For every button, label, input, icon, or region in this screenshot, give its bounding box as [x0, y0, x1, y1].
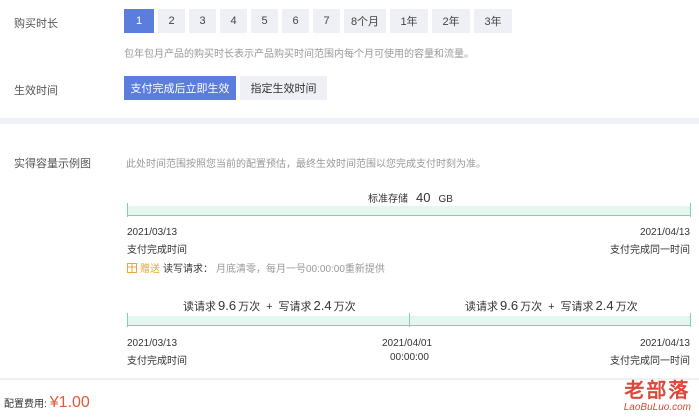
- duration-option-1[interactable]: 1: [124, 9, 154, 33]
- req-bar-mid-tick: [409, 313, 410, 327]
- req-read-label: 读请求: [183, 301, 216, 313]
- req-read-num: 9.6: [500, 298, 519, 313]
- req-bar-1: [127, 316, 409, 326]
- req-caption-2: 读请求 9.6 万次 + 写请求 2.4 万次: [465, 298, 638, 314]
- effective-immediate-button[interactable]: 支付完成后立即生效: [124, 76, 236, 100]
- watermark-url: LaoBuLuo.com: [623, 402, 691, 413]
- req-end-date: 2021/04/13: [639, 338, 690, 349]
- fee-row: 配置费用: ¥1.00: [4, 394, 90, 412]
- duration-option-8-months[interactable]: 8个月: [344, 9, 386, 33]
- fee-label: 配置费用:: [4, 399, 47, 410]
- req-read-label: 读请求: [465, 301, 498, 313]
- storage-unit: GB: [438, 194, 453, 205]
- example-label: 实得容量示例图: [14, 158, 91, 170]
- req-mid-time: 00:00:00: [390, 352, 429, 363]
- duration-option-7[interactable]: 7: [313, 9, 340, 33]
- req-plus: +: [266, 301, 273, 313]
- req-read-unit: 万次: [238, 301, 261, 313]
- duration-option-1-year[interactable]: 1年: [390, 9, 428, 33]
- duration-option-2[interactable]: 2: [158, 9, 185, 33]
- duration-option-5[interactable]: 5: [251, 9, 278, 33]
- storage-end-date: 2021/04/13: [639, 227, 690, 238]
- watermark-logo: 老部落 LaoBuLuo.com: [624, 380, 691, 413]
- storage-start-sub: 支付完成时间: [127, 245, 187, 256]
- storage-prefix: 标准存储: [368, 194, 408, 205]
- duration-option-3-years[interactable]: 3年: [474, 9, 512, 33]
- duration-label: 购买时长: [14, 18, 58, 30]
- duration-option-4[interactable]: 4: [220, 9, 247, 33]
- storage-caption: 标准存储 40 GB: [368, 190, 453, 205]
- example-hint: 此处时间范围按照您当前的配置预估，最终生效时间范围以您完成支付时刻为准。: [126, 159, 486, 170]
- gift-line: 赠送 读写请求： 月底清零，每月一号00:00:00重新提供: [127, 260, 385, 275]
- gift-desc: 月底清零，每月一号00:00:00重新提供: [216, 264, 385, 275]
- storage-bar-end-tick: [690, 203, 691, 217]
- req-write-unit: 万次: [333, 301, 356, 313]
- duration-option-6[interactable]: 6: [282, 9, 309, 33]
- req-bar-start-tick: [127, 313, 128, 327]
- duration-hint: 包年包月产品的购买时长表示产品购买时间范围内每个月可使用的容量和流量。: [124, 49, 474, 60]
- gift-label: 读写请求：: [163, 264, 213, 275]
- req-start-sub: 支付完成时间: [127, 356, 187, 367]
- duration-option-2-years[interactable]: 2年: [432, 9, 470, 33]
- storage-bar-start-tick: [127, 203, 128, 217]
- req-mid-date: 2021/04/01: [382, 338, 433, 349]
- storage-bar: [127, 206, 691, 216]
- fee-amount: ¥1.00: [49, 394, 90, 411]
- req-write-num: 2.4: [595, 298, 614, 313]
- effective-specified-button[interactable]: 指定生效时间: [240, 76, 327, 100]
- gift-icon: [127, 262, 137, 273]
- section-divider: [0, 118, 699, 124]
- duration-option-3[interactable]: 3: [189, 9, 216, 33]
- watermark-title: 老部落: [624, 380, 691, 402]
- effective-label: 生效时间: [14, 85, 58, 97]
- req-bar-end-tick: [690, 313, 691, 327]
- req-write-label: 写请求: [278, 301, 312, 313]
- req-write-num: 2.4: [313, 298, 332, 313]
- req-write-unit: 万次: [615, 301, 638, 313]
- req-write-label: 写请求: [560, 301, 594, 313]
- req-caption-1: 读请求 9.6 万次 + 写请求 2.4 万次: [183, 298, 356, 314]
- duration-options: 1 2 3 4 5 6 7 8个月 1年 2年 3年: [124, 9, 512, 33]
- gift-tag: 赠送: [140, 264, 160, 275]
- req-end-sub: 支付完成同一时间: [610, 356, 690, 367]
- req-plus: +: [548, 301, 555, 313]
- req-read-num: 9.6: [218, 298, 237, 313]
- storage-start-date: 2021/03/13: [127, 227, 178, 238]
- req-read-unit: 万次: [520, 301, 543, 313]
- storage-end-sub: 支付完成同一时间: [610, 245, 690, 256]
- req-start-date: 2021/03/13: [127, 338, 178, 349]
- req-bar-2: [410, 316, 691, 326]
- storage-value: 40: [416, 190, 431, 205]
- footer-divider: [0, 378, 699, 380]
